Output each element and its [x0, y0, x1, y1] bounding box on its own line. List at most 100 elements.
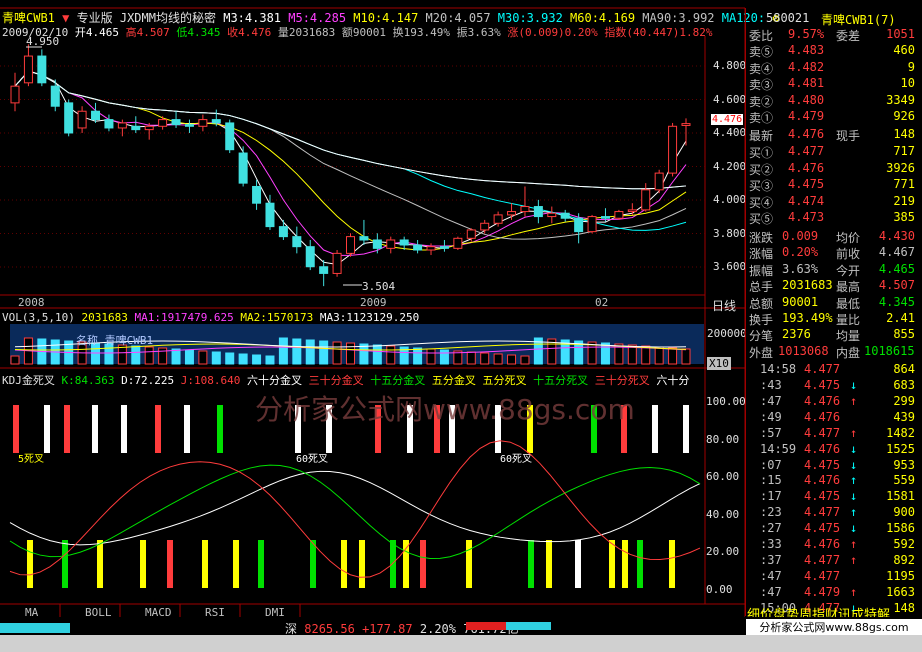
tick-time: :47 [760, 393, 782, 408]
volume: 10 [900, 76, 915, 91]
tick-volume: 299 [893, 393, 915, 408]
kdj-signal-5: 十五分死叉 [526, 374, 589, 387]
kdj-tick: 20.00 [706, 545, 740, 558]
volume-bar [144, 346, 154, 365]
tick-volume: 953 [893, 457, 915, 472]
tick-row: :17 4.475 ↓ 1581 [746, 489, 922, 504]
kdj-signal-bar-lower [97, 540, 103, 588]
ma-values: M3:4.381 M5:4.285 M10:4.147 M20:4.057 M3… [223, 11, 765, 25]
stock-chart-canvas[interactable]: 5死叉 60死叉 60死叉 [0, 0, 745, 652]
kdj-tick: 0.00 [706, 582, 733, 596]
candle-body [278, 226, 288, 238]
tick-arrow: ↓ [850, 441, 858, 456]
volume-label: VOL(3,5,10) [2, 311, 75, 324]
kdj-signal-bar-lower [637, 540, 643, 588]
label: 涨幅 [749, 247, 774, 262]
candle-body [480, 222, 490, 231]
ma-value-3: M20:4.057 [418, 11, 491, 25]
stat-row: 涨跌 0.009 均价 4.430 [746, 229, 922, 245]
value: 4.467 [878, 245, 915, 260]
volume-bar [386, 345, 396, 365]
kdj-signal-bar [155, 405, 161, 453]
tick-volume: 900 [893, 505, 915, 520]
tick-volume: 439 [893, 409, 915, 424]
dropdown-arrow-icon[interactable]: ▼ [62, 11, 69, 25]
candle-body [399, 239, 409, 246]
value: 1018615 [864, 343, 915, 358]
ma-value-1: M5:4.285 [281, 11, 347, 25]
x10-button[interactable]: X10 [707, 357, 731, 370]
tick-time: :23 [760, 505, 782, 520]
candle-body [466, 229, 476, 239]
kdj-signal-text: 60死叉 [296, 453, 328, 465]
candle-body [533, 206, 543, 218]
quote-title: 580021 青啤CWB1(7) [746, 11, 922, 27]
value: 1013068 [778, 343, 829, 358]
value: 0.009 [782, 229, 819, 243]
kdj-k-line [9, 464, 701, 559]
ma-line-60 [14, 70, 687, 190]
candle-body [10, 85, 20, 104]
tick-arrow: ↑ [850, 505, 858, 520]
value: 90001 [782, 294, 819, 309]
volume-bar [278, 337, 288, 365]
volume-bar [426, 348, 436, 365]
kdj-tick: 80.00 [706, 432, 740, 446]
kdj-tick: 100.00 [706, 395, 746, 408]
tick-row: :47 4.479 ↑ 1663 [746, 585, 922, 600]
candle-body [560, 212, 570, 219]
tick-volume: 1663 [886, 585, 915, 600]
kdj-signal-2: 十五分金叉 [363, 374, 426, 387]
tick-price: 4.477 [804, 361, 841, 376]
kdj-value-1: D:72.225 [114, 374, 175, 387]
quote-panel: 580021 青啤CWB1(7) 委比 9.57% 委差 1051 卖⑤ 4.483 460… [745, 8, 922, 616]
tick-arrow: ↑ [850, 393, 858, 408]
kdj-signal-bar [217, 405, 223, 453]
tick-time: :07 [760, 457, 782, 472]
price-tick: 4.000 [713, 193, 747, 206]
buy-level: 买③ 4.475 771 [746, 177, 922, 194]
candle-body [426, 246, 436, 251]
label: 均价 [836, 231, 861, 245]
tick-volume: 559 [893, 473, 915, 488]
ma-value-6: MA90:3.992 [635, 11, 715, 25]
volume: 460 [893, 43, 915, 57]
bar-info-item-7: 振3.63% [449, 26, 501, 39]
kdj-signal-bar-lower [528, 540, 534, 588]
tick-price: 4.475 [804, 377, 841, 392]
kdj-signal-bar-lower [546, 540, 552, 588]
stat-row: 涨幅 0.20% 前收 4.467 [746, 245, 922, 262]
site-label: 分析家公式网www.88gs.com [746, 619, 922, 635]
tick-price: 4.476 [804, 537, 841, 552]
volume-bar [493, 353, 503, 365]
label: 买③ [749, 179, 774, 194]
label: 今开 [836, 263, 861, 278]
tick-row: :43 4.475 ↓ 683 [746, 378, 922, 393]
volume-y-tick: 200000 [707, 327, 747, 340]
candle-body [198, 119, 208, 127]
bar-info-item-0: 开4.465 [74, 26, 119, 39]
volume-value-0: 2031683 [81, 311, 128, 324]
price-tick: 4.400 [713, 126, 747, 139]
candle-body [654, 172, 664, 191]
kdj-signal-bar-lower [202, 540, 208, 588]
volume-bar [252, 354, 262, 365]
x-label-2009: 2009 [360, 296, 387, 309]
label: 总额 [749, 296, 774, 311]
watermark: 分析家公式网www.88gs.com [255, 393, 635, 426]
candle-body [574, 217, 584, 233]
candle-body [184, 124, 194, 127]
kdj-value-2: J:108.640 [174, 374, 241, 387]
price: 4.479 [788, 109, 825, 124]
ma-line-20 [14, 70, 687, 240]
period-label[interactable]: 日线 [712, 297, 736, 314]
value: 4.465 [878, 261, 915, 276]
volume-overlay-text: 名称 青啤CWB1 [76, 334, 154, 347]
price: 4.480 [788, 92, 825, 107]
kdj-tick: 40.00 [706, 507, 740, 521]
tick-volume: 1581 [886, 489, 915, 504]
kdj-signal-6: 三十分死叉 [588, 374, 650, 387]
outer-inner-row: 外盘 1013068 内盘 1018615 [746, 343, 922, 360]
label: 买⑤ [749, 212, 774, 227]
kdj-signal-bar-lower [669, 540, 675, 588]
